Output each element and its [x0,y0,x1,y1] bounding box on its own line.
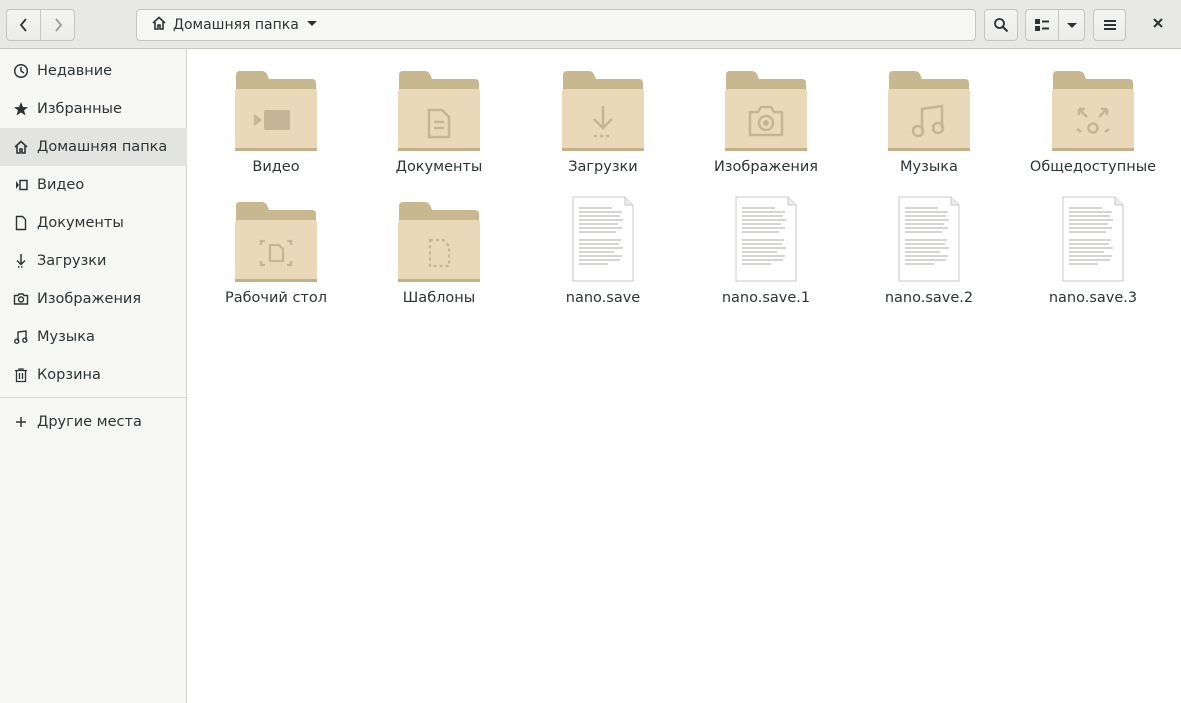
sidebar-item-label: Недавние [37,63,113,79]
folder-downloads[interactable]: Загрузки [528,63,678,183]
menu-button[interactable] [1093,9,1126,41]
view-options-button[interactable] [1059,10,1084,40]
sidebar: Недавние Избранные Домашняя папка Видео … [0,49,187,703]
file-view: Видео Документы Загрузки Изображения Муз… [188,49,1181,703]
folder-pictures[interactable]: Изображения [691,63,841,183]
search-icon [993,17,1009,33]
file-name: nano.save.2 [884,290,974,306]
sidebar-item-videos[interactable]: Видео [0,166,187,204]
go-next-icon [52,18,64,32]
pan-down-icon [305,16,319,34]
folder-music-icon [887,69,971,157]
file-name: Документы [395,159,483,175]
download-icon [13,253,29,269]
file-nano-save[interactable]: nano.save [528,194,678,314]
close-icon [1152,17,1164,33]
text-file-icon [572,196,634,286]
camera-icon [13,291,29,307]
sidebar-item-label: Видео [37,177,85,193]
sidebar-item-home[interactable]: Домашняя папка [0,128,187,166]
folder-camera-icon [724,69,808,157]
sidebar-item-trash[interactable]: Корзина [0,356,187,394]
folder-share-icon [1051,69,1135,157]
file-name: Загрузки [568,159,638,175]
folder-videos[interactable]: Видео [201,63,351,183]
path-label: Домашняя папка [173,17,299,33]
home-icon [13,139,29,155]
go-previous-icon [18,18,30,32]
sidebar-item-downloads[interactable]: Загрузки [0,242,187,280]
header-bar: Домашняя папка [0,0,1181,49]
folder-documents[interactable]: Документы [364,63,514,183]
sidebar-item-music[interactable]: Музыка [0,318,187,356]
file-nano-save-2[interactable]: nano.save.2 [854,194,1004,314]
forward-button[interactable] [41,10,75,40]
sidebar-item-label: Музыка [37,329,95,345]
music-icon [13,329,29,345]
file-name: Музыка [900,159,958,175]
sidebar-separator [0,397,187,398]
view-mode-button[interactable] [1026,10,1059,40]
folder-templates[interactable]: Шаблоны [364,194,514,314]
back-button[interactable] [7,10,41,40]
sidebar-item-label: Домашняя папка [37,139,168,155]
file-nano-save-1[interactable]: nano.save.1 [691,194,841,314]
view-buttons [1025,9,1085,41]
file-name: Рабочий стол [224,290,328,306]
folder-music[interactable]: Музыка [854,63,1004,183]
sidebar-item-label: Изображения [37,291,142,307]
file-name: Шаблоны [402,290,476,306]
file-name: Изображения [713,159,819,175]
folder-desktop[interactable]: Рабочий стол [201,194,351,314]
sidebar-item-label: Другие места [37,414,142,430]
path-home-button[interactable]: Домашняя папка [145,10,325,40]
trash-icon [13,367,29,383]
document-icon [13,215,29,231]
text-file-icon [898,196,960,286]
star-icon [13,101,29,117]
file-name: Общедоступные [1029,159,1157,175]
sidebar-item-documents[interactable]: Документы [0,204,187,242]
clock-icon [13,63,29,79]
video-icon [13,177,29,193]
list-view-icon [1034,18,1050,32]
path-bar: Домашняя папка [136,9,976,41]
plus-icon [13,414,29,430]
search-button[interactable] [984,9,1018,41]
close-button[interactable] [1142,9,1174,41]
sidebar-item-recent[interactable]: Недавние [0,52,187,90]
text-file-icon [1062,196,1124,286]
file-nano-save-3[interactable]: nano.save.3 [1018,194,1168,314]
folder-templates-icon [397,200,481,288]
folder-video-icon [234,69,318,157]
navigation-buttons [6,9,75,41]
sidebar-item-label: Избранные [37,101,122,117]
sidebar-item-label: Корзина [37,367,101,383]
folder-public[interactable]: Общедоступные [1018,63,1168,183]
pan-down-icon [1066,19,1078,31]
text-file-icon [735,196,797,286]
folder-download-icon [561,69,645,157]
sidebar-item-label: Документы [37,215,124,231]
hamburger-menu-icon [1103,18,1117,32]
file-name: Видео [252,159,300,175]
folder-desktop-icon [234,200,318,288]
sidebar-item-starred[interactable]: Избранные [0,90,187,128]
file-name: nano.save [565,290,641,306]
folder-documents-icon [397,69,481,157]
file-name: nano.save.3 [1048,290,1138,306]
home-icon [151,15,167,35]
sidebar-item-other-places[interactable]: Другие места [0,403,187,441]
file-name: nano.save.1 [721,290,811,306]
sidebar-item-label: Загрузки [37,253,107,269]
sidebar-item-pictures[interactable]: Изображения [0,280,187,318]
